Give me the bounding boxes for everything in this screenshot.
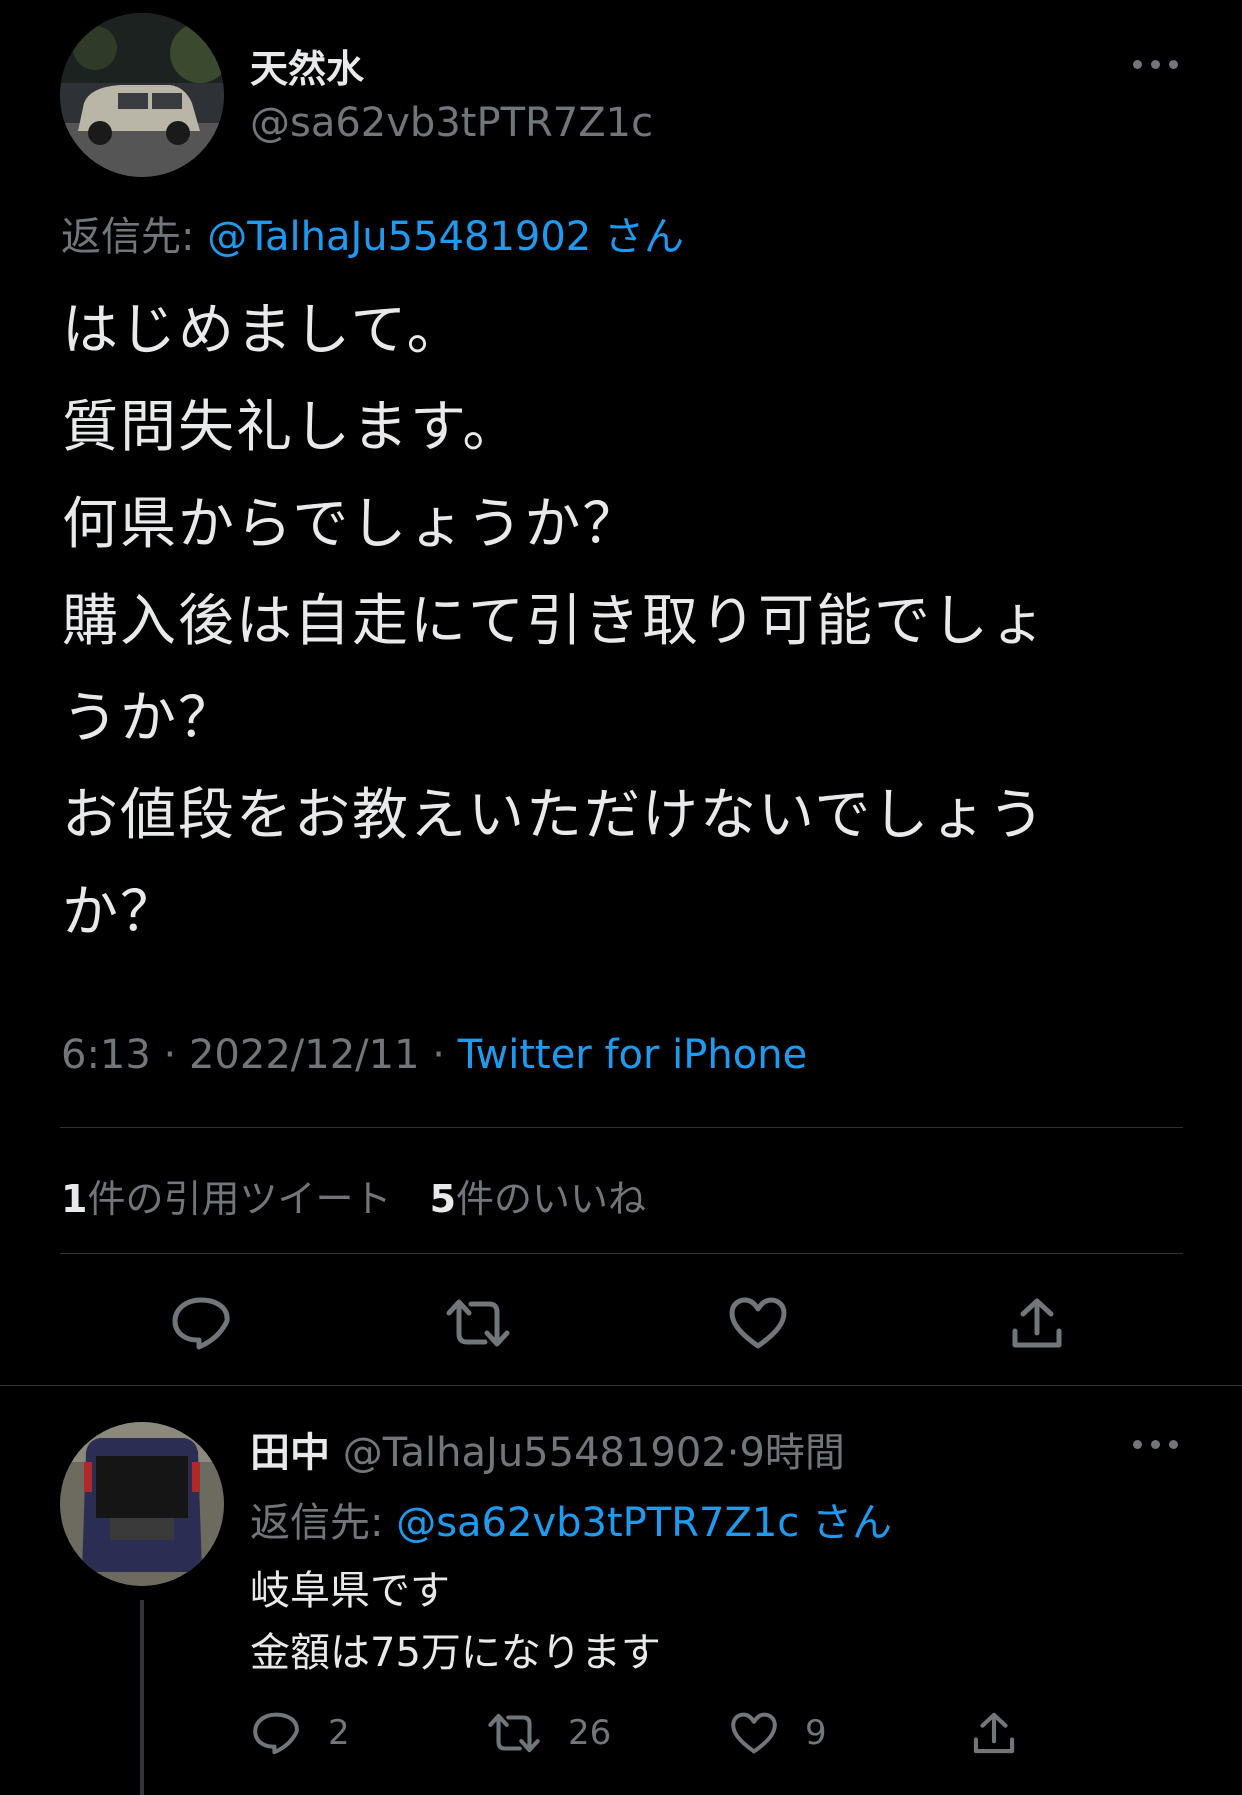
van-photo bbox=[60, 1422, 224, 1586]
like-stat[interactable]: 5件のいいね bbox=[430, 1177, 646, 1221]
quote-stat[interactable]: 1件の引用ツイート bbox=[61, 1177, 404, 1221]
reply-tweet-text: 岐阜県です 金額は75万になります bbox=[250, 1560, 661, 1684]
tweet-line: 何県からでしょうか？ bbox=[62, 492, 641, 557]
tweet-date[interactable]: 2022/12/11 bbox=[189, 1032, 420, 1078]
meta-separator: · bbox=[726, 1430, 740, 1476]
divider bbox=[0, 1385, 1242, 1386]
reply-time[interactable]: 9時間 bbox=[739, 1430, 844, 1476]
reply-prefix: 返信先: bbox=[61, 214, 195, 260]
reply-icon[interactable] bbox=[168, 1290, 234, 1356]
retweet-icon[interactable] bbox=[443, 1290, 513, 1356]
reply-handle[interactable]: @TalhaJu55481902 bbox=[343, 1430, 727, 1476]
main-more-icon[interactable] bbox=[1133, 60, 1178, 69]
like-count: 5 bbox=[429, 1177, 457, 1221]
tweet-line: はじめまして。 bbox=[62, 298, 465, 363]
share-icon[interactable] bbox=[968, 1707, 1020, 1759]
reply-count: 2 bbox=[328, 1713, 350, 1753]
tweet-line: 岐阜県です bbox=[250, 1568, 450, 1614]
tweet-source[interactable]: Twitter for iPhone bbox=[458, 1032, 808, 1078]
reply-more-icon[interactable] bbox=[1133, 1440, 1178, 1449]
retweet-icon[interactable] bbox=[486, 1707, 542, 1759]
tweet-line: お値段をお教えいただけないでしょう bbox=[62, 783, 1047, 848]
divider bbox=[60, 1127, 1183, 1128]
tweet-line: 金額は75万になります bbox=[250, 1630, 661, 1676]
like-count: 9 bbox=[805, 1713, 827, 1753]
main-avatar[interactable] bbox=[60, 13, 224, 177]
meta-separator: · bbox=[163, 1032, 177, 1078]
retweet-count: 26 bbox=[568, 1713, 612, 1753]
like-label: 件のいいね bbox=[456, 1177, 647, 1221]
car-photo bbox=[60, 13, 224, 177]
tweet-stats: 1件の引用ツイート 5件のいいね bbox=[61, 1168, 646, 1223]
tweet-time[interactable]: 6:13 bbox=[61, 1032, 151, 1078]
reply-suffix: さん bbox=[603, 214, 684, 260]
reply-context: 返信先: @sa62vb3tPTR7Z1c さん bbox=[250, 1490, 892, 1548]
heart-icon[interactable] bbox=[728, 1707, 780, 1759]
reply-header: 田中 @TalhaJu55481902·9時間 bbox=[250, 1420, 845, 1478]
heart-icon[interactable] bbox=[725, 1290, 791, 1356]
thread-line bbox=[140, 1600, 144, 1795]
tweet-line: うか？ bbox=[62, 686, 236, 751]
reply-action-bar: 2 26 9 bbox=[250, 1707, 1030, 1763]
reply-prefix: 返信先: bbox=[250, 1500, 384, 1546]
reply-to-link[interactable]: @TalhaJu55481902 bbox=[207, 214, 591, 260]
tweet-line: 質問失礼します。 bbox=[62, 395, 521, 460]
main-handle[interactable]: @sa62vb3tPTR7Z1c bbox=[250, 100, 653, 146]
reply-display-name[interactable]: 田中 bbox=[250, 1430, 330, 1476]
reply-to-link[interactable]: @sa62vb3tPTR7Z1c bbox=[396, 1500, 799, 1546]
reply-suffix: さん bbox=[812, 1500, 893, 1546]
share-icon[interactable] bbox=[1004, 1290, 1070, 1356]
tweet-line: 購入後は自走にて引き取り可能でしょ bbox=[62, 589, 1048, 654]
quote-label: 件の引用ツイート bbox=[87, 1177, 392, 1221]
divider bbox=[60, 1253, 1183, 1254]
main-reply-context: 返信先: @TalhaJu55481902 さん bbox=[61, 204, 684, 262]
meta-separator: · bbox=[432, 1032, 445, 1078]
main-display-name[interactable]: 天然水 bbox=[250, 38, 364, 93]
reply-icon[interactable] bbox=[250, 1707, 302, 1759]
reply-avatar[interactable] bbox=[60, 1422, 224, 1586]
quote-count: 1 bbox=[61, 1177, 88, 1221]
main-tweet-text: はじめまして。 質問失礼します。 何県からでしょうか？ 購入後は自走にて引き取り… bbox=[62, 282, 1048, 961]
tweet-line: か？ bbox=[62, 880, 178, 945]
tweet-meta: 6:13 · 2022/12/11 · Twitter for iPhone bbox=[61, 1032, 807, 1078]
